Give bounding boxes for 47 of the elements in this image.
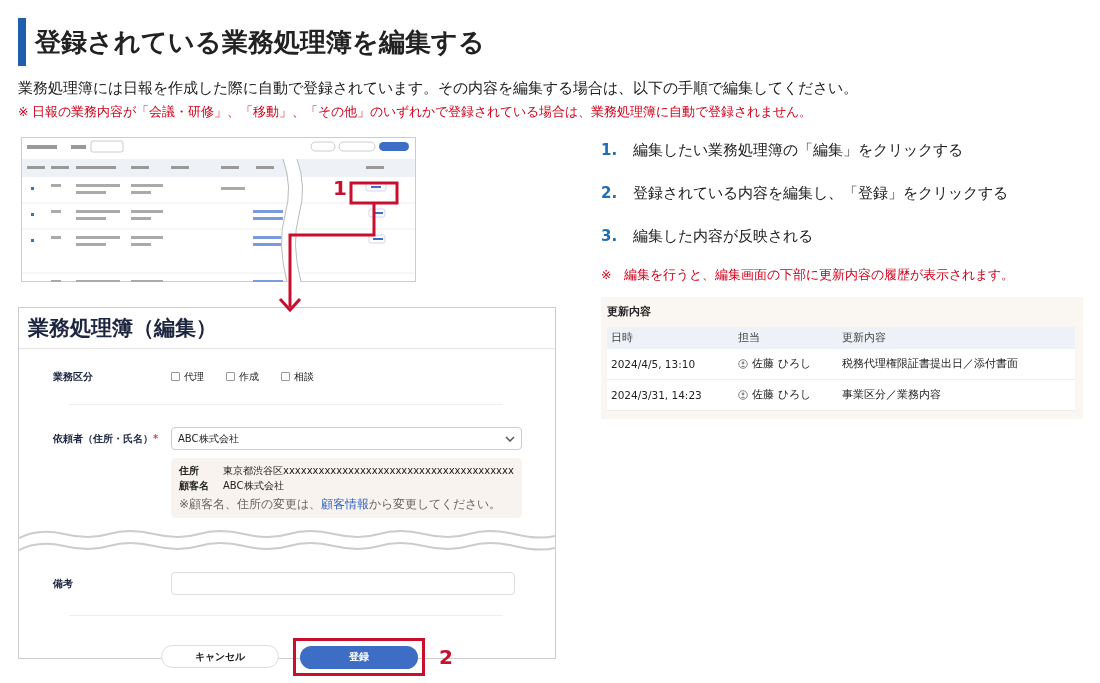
highlight-frame bbox=[349, 181, 399, 205]
info-value: ABC株式会社 bbox=[223, 479, 284, 493]
page-heading: 登録されている業務処理簿を編集する bbox=[18, 18, 1082, 66]
table-cell: 事業区分／業務内容 bbox=[837, 379, 1075, 411]
register-button[interactable]: 登録 bbox=[300, 645, 419, 669]
checkbox-label: 代理 bbox=[184, 369, 204, 384]
step-number: 1. bbox=[601, 140, 618, 160]
user-icon bbox=[738, 359, 749, 369]
field-label: 業務区分 bbox=[53, 369, 94, 384]
table-cell: 2024/4/5, 13:10 bbox=[607, 349, 735, 380]
user-icon bbox=[738, 390, 749, 400]
column-header: 更新内容 bbox=[837, 327, 1075, 349]
checkbox[interactable] bbox=[281, 372, 290, 381]
client-select[interactable]: ABC株式会社 bbox=[171, 427, 522, 450]
step-marker: 2 bbox=[439, 644, 453, 669]
form-title: 業務処理簿（編集） bbox=[19, 308, 555, 349]
warning-note: ※ 日報の業務内容が「会議・研修」、「移動」、「その他」のいずれかで登録されている場合は、業務処理簿に自動で登録されません。 bbox=[18, 104, 814, 121]
required-mark: * bbox=[153, 433, 159, 444]
table-cell: 佐藤 ひろし bbox=[752, 388, 811, 402]
chevron-down-icon bbox=[504, 435, 515, 442]
step-number: 2. bbox=[601, 183, 618, 203]
info-value: 東京都渋谷区xxxxxxxxxxxxxxxxxxxxxxxxxxxxxxxxxxxxxxx bbox=[223, 464, 514, 478]
history-title: 更新内容 bbox=[607, 305, 652, 319]
step-text: 編集したい業務処理簿の「編集」をクリックする bbox=[633, 140, 964, 160]
info-label: 住所 bbox=[179, 464, 200, 478]
table-cell: 税務代理権限証書提出日／添付書面 bbox=[837, 349, 1075, 380]
column-header: 担当 bbox=[734, 327, 838, 349]
step-marker: 1 bbox=[333, 177, 347, 199]
info-label: 顧客名 bbox=[179, 479, 210, 493]
remarks-field[interactable] bbox=[171, 572, 515, 595]
column-header: 日時 bbox=[607, 327, 735, 349]
cancel-button[interactable]: キャンセル bbox=[161, 645, 280, 669]
field-label: 備考 bbox=[53, 576, 74, 591]
checkbox-label: 相談 bbox=[294, 369, 314, 384]
step-text: 登録されている内容を編集し、「登録」をクリックする bbox=[633, 183, 1009, 203]
customer-info-link[interactable]: 顧客情報 bbox=[321, 497, 370, 511]
hint-text: ※顧客名、住所の変更は、顧客情報から変更してください。 bbox=[179, 496, 503, 513]
table-cell: 佐藤 ひろし bbox=[752, 357, 811, 371]
checkbox[interactable] bbox=[226, 372, 235, 381]
step-number: 3. bbox=[601, 226, 618, 246]
checkbox[interactable] bbox=[171, 372, 180, 381]
table-cell: 2024/3/31, 14:23 bbox=[607, 379, 735, 411]
intro-text: 業務処理簿には日報を作成した際に自動で登録されています。その内容を編集する場合は、以下の手順で編集してください。 bbox=[18, 78, 859, 98]
history-note: ※ 編集を行うと、編集画面の下部に更新内容の履歴が表示されます。 bbox=[601, 267, 1016, 284]
checkbox-label: 作成 bbox=[239, 369, 259, 384]
field-label: 依頼者（住所・氏名） bbox=[53, 433, 153, 444]
step-text: 編集した内容が反映される bbox=[633, 226, 814, 246]
